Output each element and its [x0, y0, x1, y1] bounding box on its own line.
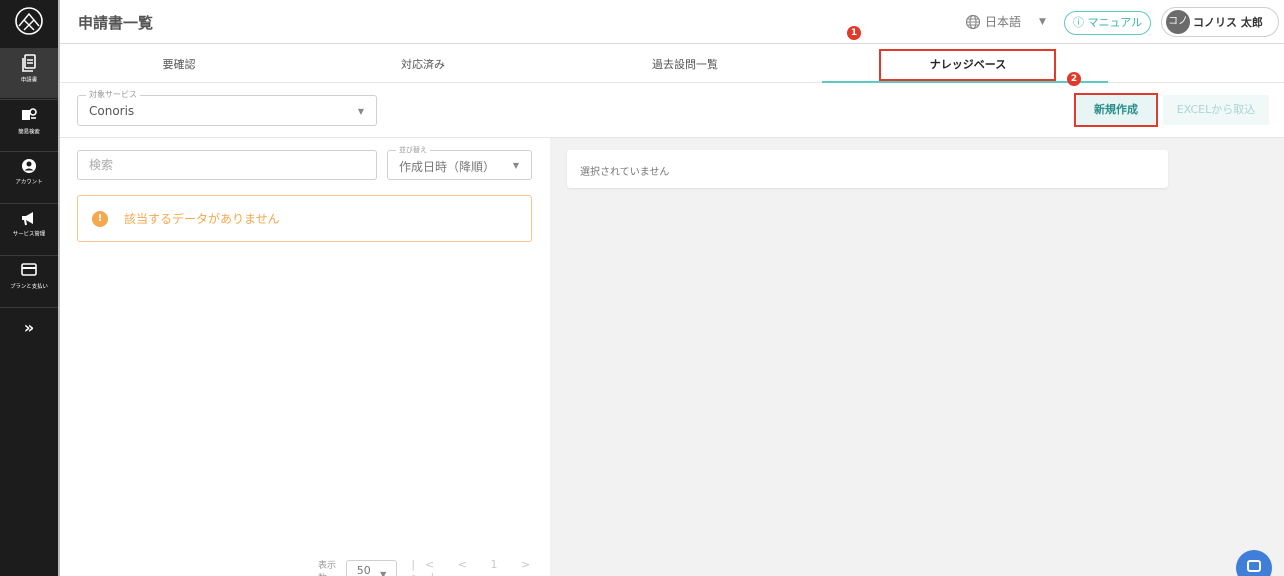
chevron-down-icon: ▼ [1039, 16, 1046, 27]
empty-alert-message: 該当するデータがありません [124, 212, 280, 226]
page-title: 申請書一覧 [78, 14, 154, 32]
user-name: コノリス 太郎 [1193, 16, 1263, 29]
sidebar-item-service-management[interactable]: サービス管理 [0, 204, 58, 254]
highlight-box-new-create [1074, 93, 1158, 127]
account-icon [22, 159, 36, 173]
service-select-value: Conoris [89, 104, 135, 118]
tab-handled[interactable]: 対応済み [298, 45, 548, 83]
list-panel: 検索 並び替え 作成日時（降順） ▼ ! 該当するデータがありません 表示数: … [60, 138, 550, 576]
sidebar-item-applications[interactable]: 申請書 [0, 48, 58, 98]
sidebar-item-account[interactable]: アカウント [0, 152, 58, 202]
top-header: 申請書一覧 日本語 ▼ ⓘ マニュアル コノ コノリス 太郎 [60, 0, 1284, 44]
language-label: 日本語 [985, 15, 1022, 29]
tab-bar: 要確認 対応済み 過去設問一覧 ナレッジベース [60, 45, 1284, 83]
sort-select[interactable]: 並び替え 作成日時（降順） ▼ [387, 145, 532, 180]
expand-sidebar-icon[interactable]: » [0, 316, 58, 340]
service-select[interactable]: 対象サービス Conoris ▼ [77, 89, 377, 126]
page-size-value: 50 [356, 564, 371, 576]
warning-icon: ! [92, 210, 108, 227]
manual-label: マニュアル [1087, 16, 1143, 29]
detail-card: 選択されていません [567, 150, 1168, 188]
tab-needs-review[interactable]: 要確認 [60, 45, 298, 83]
page-size-select[interactable]: 50 ▼ [345, 560, 398, 576]
sidebar-item-label: アカウント [15, 179, 43, 186]
chat-icon [1247, 560, 1261, 572]
service-select-label: 対象サービス [86, 89, 140, 100]
highlight-box-knowledge-base [879, 49, 1056, 81]
manual-button[interactable]: ⓘ マニュアル [1064, 11, 1152, 35]
detail-empty-message: 選択されていません [580, 167, 670, 178]
chevron-down-icon: ▼ [512, 161, 519, 170]
avatar: コノ [1166, 10, 1190, 34]
document-icon [22, 54, 36, 72]
sidebar-divider [0, 307, 58, 308]
user-menu[interactable]: コノ コノリス 太郎 [1161, 7, 1279, 37]
page-size-label: 表示数: [318, 561, 337, 576]
sidebar-item-label: 簡易検索 [18, 129, 40, 136]
sidebar-item-plan-billing[interactable]: プランと支払い [0, 256, 58, 306]
sort-select-value: 作成日時（降順） [399, 160, 496, 174]
chevron-down-icon: ▼ [380, 570, 387, 576]
chevron-down-icon: ▼ [357, 107, 364, 116]
sidebar-item-label: プランと支払い [10, 283, 48, 290]
excel-import-button[interactable]: EXCELから取込 [1163, 95, 1269, 125]
search-person-icon [22, 108, 37, 120]
language-selector[interactable]: 日本語 ▼ [965, 13, 1046, 30]
help-icon: ⓘ [1073, 16, 1084, 29]
step-marker-2: 2 [1067, 72, 1081, 86]
globe-icon [965, 14, 981, 29]
active-tab-indicator [822, 81, 1108, 83]
pagination: 表示数: 50 ▼ |< < 1 > >| [318, 558, 550, 576]
megaphone-icon [22, 212, 33, 226]
sidebar: 申請書 簡易検索 アカウント サービス管理 プランと支払い » [0, 0, 58, 576]
card-icon [21, 263, 37, 276]
tab-past-questions[interactable]: 過去設問一覧 [548, 45, 822, 83]
logo-icon [15, 7, 43, 35]
empty-alert: ! 該当するデータがありません [77, 195, 532, 242]
detail-panel: 選択されていません [550, 138, 1284, 576]
sidebar-item-label: サービス管理 [12, 231, 46, 238]
sort-select-label: 並び替え [396, 145, 430, 155]
search-input[interactable]: 検索 [77, 150, 377, 180]
pager-nav-buttons[interactable]: |< < 1 > >| [411, 558, 550, 576]
sidebar-item-label: 申請書 [20, 77, 38, 84]
step-marker-1: 1 [847, 26, 861, 40]
sidebar-item-quick-search[interactable]: 簡易検索 [0, 100, 58, 150]
